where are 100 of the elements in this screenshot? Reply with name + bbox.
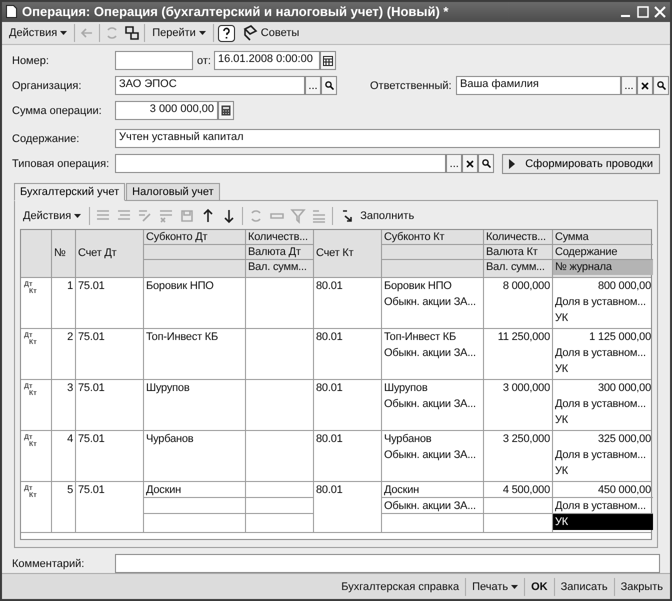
print-menu[interactable]: Печать xyxy=(469,578,522,595)
table-cell-text: 3 xyxy=(66,381,74,396)
responsible-label: Ответственный: xyxy=(370,80,453,92)
column-header[interactable]: Субконто Кт xyxy=(382,230,483,246)
generate-entries-button[interactable]: Сформировать проводки xyxy=(502,154,660,174)
caret-icon xyxy=(198,31,206,36)
calculator-button[interactable] xyxy=(218,101,234,120)
clear-button[interactable] xyxy=(462,154,478,174)
column-header[interactable]: Сумма xyxy=(553,230,653,246)
table-cell-text: Чурбанов xyxy=(145,432,194,448)
table-cell-text: УК xyxy=(554,311,569,326)
comment-field[interactable] xyxy=(115,554,660,574)
table-cell-text: 80.01 xyxy=(315,432,344,448)
column-header[interactable]: Количеств... xyxy=(246,230,313,246)
table-cell-text: Обыкн. акции ЗА... xyxy=(383,295,477,310)
table-cell-text: 8 000,000 xyxy=(502,279,551,294)
table-cell-text: Обыкн. акции ЗА... xyxy=(383,397,477,412)
search-button[interactable] xyxy=(321,76,337,96)
calendar-icon xyxy=(323,56,333,66)
select-button[interactable]: ... xyxy=(621,76,637,96)
clear-icon xyxy=(641,82,649,90)
calendar-button[interactable] xyxy=(320,51,336,70)
comment-label: Комментарий: xyxy=(12,558,86,570)
table-cell: Обыкн. акции ЗА... xyxy=(382,498,483,514)
help-icon[interactable] xyxy=(218,24,235,42)
table-cell-text: 75.01 xyxy=(77,432,106,448)
caret-icon xyxy=(60,31,68,36)
column-header[interactable]: № xyxy=(52,230,75,278)
column-header[interactable]: Валюта Кт xyxy=(484,245,552,260)
table-cell-text: 75.01 xyxy=(77,330,106,346)
number-field[interactable] xyxy=(115,51,193,70)
table-cell-text: Обыкн. акции ЗА... xyxy=(383,448,477,464)
table-cell-text: Шурупов xyxy=(383,381,428,396)
play-icon xyxy=(509,158,516,169)
column-header[interactable]: Количеств... xyxy=(484,230,552,246)
column-header[interactable]: Вал. сумм... xyxy=(484,260,552,276)
column-header[interactable]: Счет Дт xyxy=(76,230,143,278)
ok-button[interactable]: OK xyxy=(528,578,551,595)
tab[interactable]: Бухгалтерский учет xyxy=(14,183,126,202)
table-cell-text: Доля в уставном... xyxy=(554,397,647,412)
column-header[interactable]: Валюта Дт xyxy=(246,245,313,260)
select-button[interactable]: ... xyxy=(446,154,462,174)
clear-button[interactable] xyxy=(637,76,653,96)
column-header[interactable]: Вал. сумм... xyxy=(246,260,313,276)
table-cell-text: Чурбанов xyxy=(383,432,432,448)
table-cell-text: 11 250,000 xyxy=(496,330,551,346)
search-button[interactable] xyxy=(478,154,494,174)
search-icon xyxy=(656,81,666,90)
table-cell-text: УК xyxy=(554,413,569,428)
table-cell-text: 1 xyxy=(66,279,74,294)
amount-field[interactable]: 3 000 000,00 xyxy=(115,101,218,120)
column-header[interactable]: № журнала xyxy=(553,260,653,276)
table-cell-text: 1 125 000,00 xyxy=(588,330,652,346)
tips-button[interactable]: Советы xyxy=(238,23,302,44)
search-icon xyxy=(482,159,491,168)
column-header[interactable]: Счет Кт xyxy=(314,230,381,278)
table-cell: УК xyxy=(553,514,653,530)
tab[interactable]: Налоговый учет xyxy=(126,183,220,202)
search-button[interactable] xyxy=(653,76,669,96)
content-field[interactable]: Учтен уставный капитал xyxy=(115,129,660,148)
table-cell-text: 75.01 xyxy=(77,279,106,294)
organization-field[interactable]: ЗАО ЭПОС xyxy=(115,76,305,96)
table-cell-text: 75.01 xyxy=(77,483,106,498)
book-icon[interactable] xyxy=(242,25,258,42)
table-cell-text: 325 000,00 xyxy=(596,432,652,448)
table-cell-text: 5 xyxy=(66,483,74,498)
actions-menu[interactable]: Действия xyxy=(6,25,70,42)
actions-menu[interactable]: Действия xyxy=(20,208,84,224)
table-cell-text: 80.01 xyxy=(315,381,344,396)
table-cell-text: Шурупов xyxy=(145,381,190,396)
organization-label: Организация: xyxy=(12,80,82,92)
document-swap-icon[interactable] xyxy=(124,25,140,42)
save-button[interactable]: Записать xyxy=(558,578,611,595)
fill-button[interactable]: Заполнить xyxy=(338,206,418,226)
table-cell-text: Обыкн. акции ЗА... xyxy=(383,346,477,362)
table-cell: 450 000,00 xyxy=(553,482,653,498)
table-cell-text: 2 xyxy=(66,330,74,346)
clear-icon xyxy=(466,160,474,168)
table-cell-text: Доля в уставном... xyxy=(554,295,647,310)
table-cell: Доскин xyxy=(144,482,245,498)
goto-menu[interactable]: Перейти xyxy=(149,25,209,42)
responsible-field[interactable]: Ваша фамилия xyxy=(456,76,621,96)
maximize-icon[interactable] xyxy=(637,6,649,18)
date-field[interactable]: 16.01.2008 0:00:00 xyxy=(214,51,320,70)
column-header[interactable]: Субконто Дт xyxy=(144,230,245,246)
accounting-report-button[interactable]: Бухгалтерская справка xyxy=(338,578,462,595)
number-label: Номер: xyxy=(12,54,50,67)
table-cell-text: 3 000,000 xyxy=(502,381,551,396)
close-button[interactable]: Закрыть xyxy=(618,578,666,595)
table-cell-text: Топ-Инвест КБ xyxy=(383,330,458,346)
close-icon[interactable] xyxy=(654,6,666,18)
table-cell-text: 80.01 xyxy=(315,330,344,346)
select-button[interactable]: ... xyxy=(305,76,321,96)
table-cell-text: 80.01 xyxy=(315,279,344,294)
table-cell-text: Доля в уставном... xyxy=(554,346,647,362)
table-cell-text: УК xyxy=(554,362,569,378)
operation-type-field[interactable] xyxy=(115,154,446,174)
amount-label: Сумма операции: xyxy=(12,104,103,117)
table-cell: 4 500,000 xyxy=(484,482,552,498)
document-icon xyxy=(6,5,17,18)
